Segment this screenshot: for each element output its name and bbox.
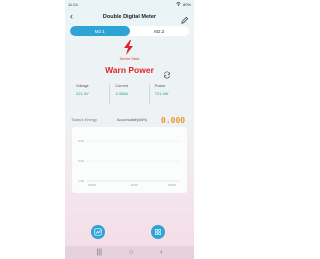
energy-row: Today's Energy Accumulate(kWh) 0.000 [71,115,188,125]
grid-icon [154,228,162,236]
current-value: 3.306A [115,91,129,96]
x-tick-label: 12:00 [130,183,138,187]
readings-panel: Voltage 221.3V Current 3.306A Power 721.… [71,84,188,104]
power-value: 721.4W [154,91,169,96]
voltage-value: 221.3V [76,91,89,96]
x-tick-label: 00:00 [88,183,96,187]
status-bar: 11:24 80% [65,0,194,9]
tab-m2-1[interactable]: M2.1 [70,26,130,36]
meter-tabs: M2.1 M2.2 [70,26,189,36]
wifi-icon [176,2,181,7]
edit-icon[interactable] [180,12,189,24]
current-stat: Current 3.306A [109,84,148,104]
statistics-button[interactable] [91,225,105,239]
back-nav-button[interactable]: ‹ [160,249,162,256]
power-label: Power [154,84,166,88]
accumulate-value: 0.000 [161,115,186,125]
device-state-row: Warn Power [65,64,194,76]
app-header: ‹ Double Digital Meter [65,10,194,24]
system-nav-bar: ||| ○ ‹ [65,246,194,259]
device-state-label: Device State [119,57,140,61]
lightning-icon [122,40,135,55]
x-tick-label: 23:00 [168,183,176,187]
chart-icon [94,228,102,236]
y-tick-label: 3.00 [78,139,84,143]
energy-chart: 3.00 2.00 1.00 00:00 12:00 23:00 [72,127,187,193]
status-icons: 80% [176,2,191,7]
accumulate-label: Accumulate(kWh) [117,118,147,122]
voltage-stat: Voltage 221.3V [71,84,109,104]
home-nav-button[interactable]: ○ [129,249,133,256]
y-tick-label: 2.00 [78,159,84,163]
page-title: Double Digital Meter [102,14,157,20]
settings-button[interactable] [151,225,165,239]
today-energy-label: Today's Energy [71,118,97,122]
recents-nav-button[interactable]: ||| [96,249,101,256]
phone-screen: 11:24 80% ‹ Double Digital Meter M2.1 M2… [65,0,194,259]
tab-m2-2[interactable]: M2.2 [130,26,190,36]
refresh-icon[interactable] [163,66,171,79]
voltage-label: Voltage [76,84,89,88]
current-label: Current [115,84,128,88]
battery-text: 80% [182,2,191,7]
back-button[interactable]: ‹ [70,12,73,21]
power-stat: Power 721.4W [148,84,188,104]
y-tick-label: 1.00 [78,179,84,183]
device-state-value: Warn Power [105,65,154,75]
energy-chart-svg: 3.00 2.00 1.00 00:00 12:00 23:00 [78,139,180,187]
status-time: 11:24 [68,2,78,7]
